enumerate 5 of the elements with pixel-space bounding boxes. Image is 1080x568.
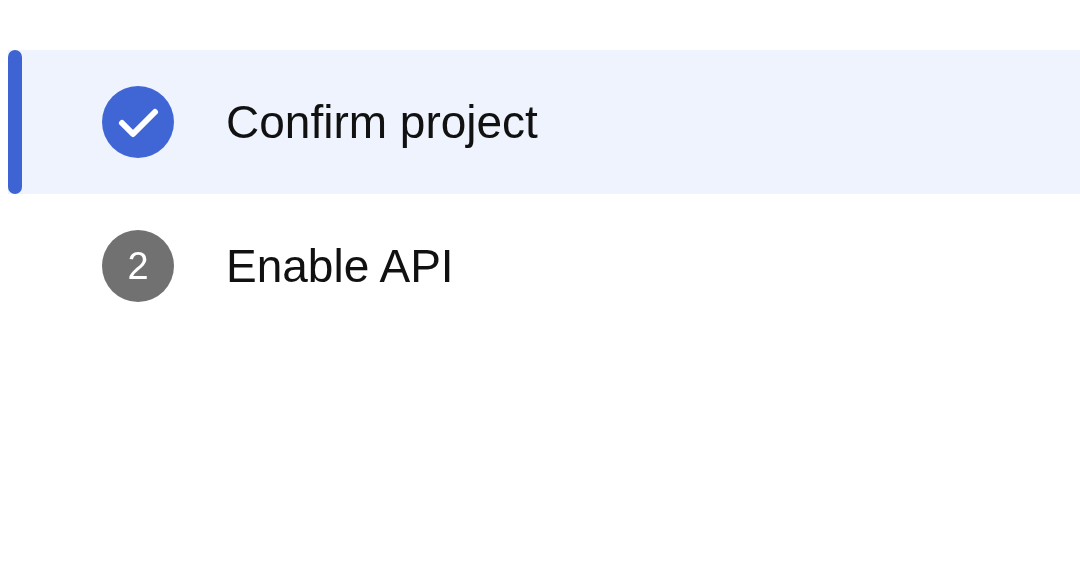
step-label: Confirm project — [226, 94, 538, 150]
step-label: Enable API — [226, 238, 454, 294]
step-row[interactable]: Confirm project — [8, 50, 1080, 194]
step-number: 2 — [102, 230, 174, 302]
step-row[interactable]: 2 Enable API — [8, 194, 1080, 338]
